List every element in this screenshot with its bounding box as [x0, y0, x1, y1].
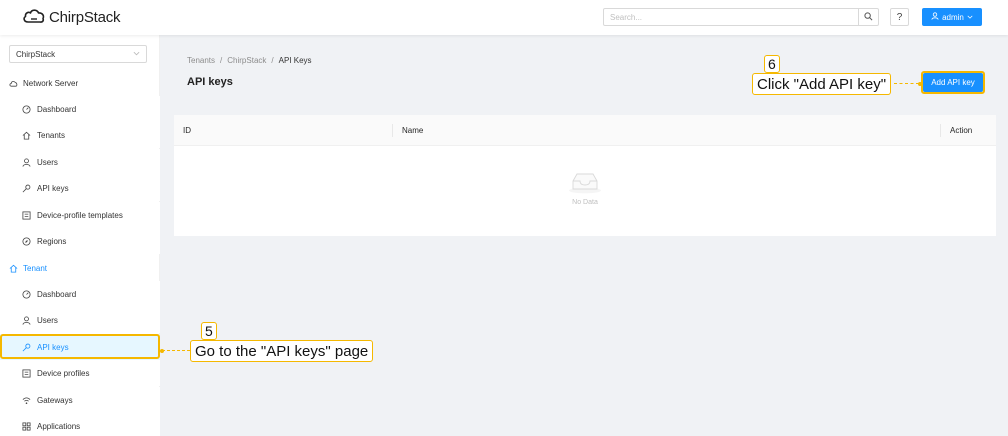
sidebar-item-label: Users [37, 157, 58, 167]
chevron-down-icon [967, 13, 973, 22]
nav-group-network-server[interactable]: Network Server [0, 70, 160, 96]
step-6-highlight [921, 71, 985, 94]
step-5-connector-dot [160, 349, 164, 353]
breadcrumb-separator: / [271, 56, 274, 65]
cloud-logo-icon [22, 7, 46, 27]
sidebar-item-ns-tenants[interactable]: Tenants [0, 122, 160, 148]
sidebar-item-label: Applications [37, 421, 81, 431]
wifi-icon [22, 396, 31, 405]
column-header-id: ID [183, 126, 191, 135]
template-icon [22, 210, 31, 220]
sidebar-item-label: Device profiles [37, 368, 90, 378]
sidebar: ChirpStack Network Server Dashboard Tena… [0, 35, 160, 436]
search-input[interactable] [604, 9, 858, 25]
sidebar-item-label: Dashboard [37, 289, 77, 299]
user-icon [931, 12, 939, 22]
sidebar-item-label: Gateways [37, 395, 73, 405]
step-6-connector [894, 83, 919, 84]
user-icon [22, 157, 31, 167]
sidebar-item-label: Users [37, 315, 58, 325]
sidebar-item-tenant-users[interactable]: Users [0, 307, 160, 333]
sidebar-item-label: Tenants [37, 130, 66, 140]
search-box [603, 8, 879, 26]
step-5-highlight [0, 334, 160, 359]
dashboard-icon [22, 104, 31, 114]
sidebar-item-label: Dashboard [37, 104, 77, 114]
chirpstack-logo[interactable]: ChirpStack [22, 7, 121, 27]
step-6-number: 6 [764, 55, 780, 73]
sidebar-item-applications[interactable]: Applications [0, 413, 160, 436]
table-header: ID Name Action [174, 115, 996, 146]
sidebar-item-device-profiles[interactable]: Device profiles [0, 360, 160, 386]
step-5-number: 5 [201, 322, 217, 340]
step-5-callout: Go to the "API keys" page [190, 340, 374, 362]
step-5-connector [162, 350, 190, 351]
sidebar-item-label: Device-profile templates [37, 210, 123, 220]
home-icon [9, 264, 18, 273]
profile-icon [22, 368, 31, 378]
dashboard-icon [22, 289, 31, 299]
home-icon [22, 131, 31, 140]
tenant-selector-value: ChirpStack [16, 49, 56, 59]
breadcrumb: Tenants / ChirpStack / API Keys [187, 56, 312, 65]
sidebar-item-label: API keys [37, 183, 69, 193]
key-icon [22, 184, 31, 193]
help-button[interactable]: ? [890, 8, 909, 26]
user-label: admin [942, 12, 964, 22]
chevron-down-icon [133, 50, 140, 59]
breadcrumb-current: API Keys [278, 56, 312, 65]
search-button[interactable] [858, 9, 878, 25]
nav-group-tenant[interactable]: Tenant [0, 255, 160, 281]
column-header-name: Name [402, 126, 424, 135]
top-header: ChirpStack ? admin [0, 0, 1008, 35]
api-keys-table: ID Name Action No Data [174, 115, 996, 236]
user-icon [22, 315, 31, 325]
column-divider [392, 124, 393, 137]
empty-state: No Data [174, 170, 996, 206]
tenant-selector[interactable]: ChirpStack [9, 45, 147, 63]
compass-icon [22, 236, 31, 246]
breadcrumb-tenants[interactable]: Tenants [187, 56, 215, 65]
sidebar-item-ns-api-keys[interactable]: API keys [0, 175, 160, 201]
sidebar-item-tenant-dashboard[interactable]: Dashboard [0, 281, 160, 307]
page-title: API keys [187, 76, 233, 88]
sidebar-item-gateways[interactable]: Gateways [0, 387, 160, 413]
sidebar-item-ns-dashboard[interactable]: Dashboard [0, 96, 160, 122]
sidebar-item-device-profile-templates[interactable]: Device-profile templates [0, 202, 160, 228]
column-divider [940, 124, 941, 137]
sidebar-item-label: Regions [37, 236, 67, 246]
user-menu-button[interactable]: admin [922, 8, 982, 26]
nav-group-label: Tenant [23, 263, 48, 273]
breadcrumb-chirpstack[interactable]: ChirpStack [227, 56, 266, 65]
breadcrumb-separator: / [220, 56, 223, 65]
logo-text: ChirpStack [49, 8, 121, 26]
nav-group-label: Network Server [23, 78, 79, 88]
search-icon [864, 11, 873, 23]
sidebar-item-regions[interactable]: Regions [0, 228, 160, 254]
sidebar-item-ns-users[interactable]: Users [0, 149, 160, 175]
column-header-action: Action [950, 126, 973, 135]
empty-inbox-icon [568, 173, 602, 196]
apps-icon [22, 421, 31, 431]
cloud-icon [9, 79, 18, 88]
step-6-callout: Click "Add API key" [752, 73, 892, 95]
empty-text: No Data [572, 199, 598, 206]
